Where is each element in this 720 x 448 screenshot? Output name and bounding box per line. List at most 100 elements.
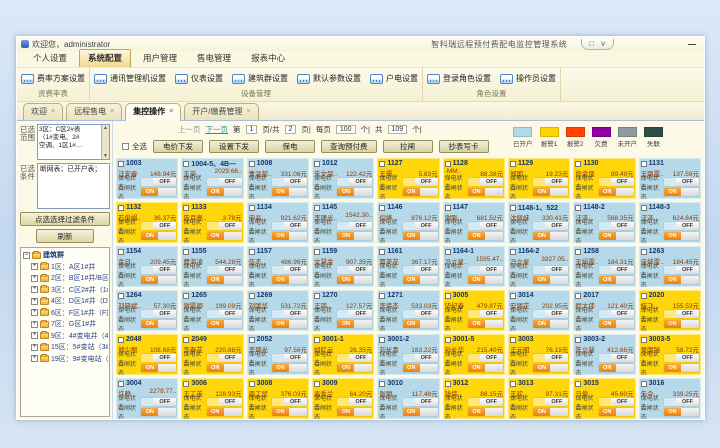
tree-node[interactable]: + 15区：5#变站（3#变 (31, 342, 108, 352)
protect-status-toggle[interactable]: OFF (141, 178, 176, 186)
card-checkbox[interactable] (510, 293, 516, 299)
protect-status-toggle[interactable]: OFF (599, 398, 634, 406)
switch-status-toggle[interactable]: ON (468, 408, 503, 416)
meter-card[interactable]: 1164-2 冯立星 3927.05.. 保电状态 OFF (508, 246, 570, 287)
switch-status-toggle[interactable]: ON (664, 188, 699, 196)
protect-status-toggle[interactable]: OFF (337, 354, 372, 362)
protect-status-toggle[interactable]: OFF (403, 354, 438, 362)
card-checkbox[interactable] (641, 337, 647, 343)
card-checkbox[interactable] (249, 249, 255, 255)
protect-status-toggle[interactable]: OFF (272, 222, 307, 230)
meter-card[interactable]: 1130 佟金凤 99.49元 保电状态 OFF (573, 158, 635, 199)
meter-card[interactable]: 3001-2 刘长青 183.22元 保电状态 OFF (377, 334, 439, 375)
switch-status-toggle[interactable]: ON (599, 276, 634, 284)
switch-status-toggle[interactable]: ON (468, 276, 503, 284)
switch-status-toggle[interactable]: ON (533, 232, 568, 240)
switch-status-toggle[interactable]: ON (207, 320, 242, 328)
card-checkbox[interactable] (314, 249, 320, 255)
switch-status-toggle[interactable]: ON (337, 232, 372, 240)
protect-status-toggle[interactable]: OFF (664, 266, 699, 274)
meter-card[interactable]: 3004 许静 2278.77.. 保电状态 OFF (116, 378, 178, 419)
protect-status-toggle[interactable]: OFF (272, 398, 307, 406)
card-checkbox[interactable] (379, 337, 385, 343)
switch-status-toggle[interactable]: ON (207, 276, 242, 284)
card-checkbox[interactable] (575, 161, 581, 167)
meter-card[interactable]: 3005 毕纪春 479.87元 保电状态 OFF (443, 290, 505, 331)
tab-close-icon[interactable]: × (51, 108, 55, 115)
ribbon-button[interactable]: 建筑群设置 (232, 73, 288, 84)
switch-status-toggle[interactable]: ON (403, 276, 438, 284)
protect-status-toggle[interactable]: OFF (207, 266, 242, 274)
meter-card[interactable]: 1133 庞月亮.. 3.78元 保电状态 OFF (181, 202, 243, 243)
listbox-scrollbar[interactable]: ▲▼ (101, 125, 109, 159)
protect-status-toggle[interactable]: OFF (337, 398, 372, 406)
protect-status-toggle[interactable]: OFF (403, 266, 438, 274)
switch-status-toggle[interactable]: ON (141, 232, 176, 240)
switch-status-toggle[interactable]: ON (141, 320, 176, 328)
expand-icon[interactable]: + (31, 332, 38, 339)
meter-card[interactable]: 1154 金日 209.45元 保电状态 OFF (116, 246, 178, 287)
protect-status-toggle[interactable]: OFF (207, 398, 242, 406)
expand-icon[interactable]: + (31, 286, 38, 293)
pager-part[interactable]: 个| (361, 124, 370, 135)
protect-status-toggle[interactable]: OFF (468, 178, 503, 186)
card-checkbox[interactable] (445, 293, 451, 299)
switch-status-toggle[interactable]: ON (207, 408, 242, 416)
selected-scope-listbox[interactable]: 3区：C区2#表 （1#变电、2# 空调、1区1#… ▲▼ (37, 124, 110, 160)
tree-root[interactable]: − 建筑群 (23, 250, 108, 260)
switch-status-toggle[interactable]: ON (533, 188, 568, 196)
card-checkbox[interactable] (379, 293, 385, 299)
switch-status-toggle[interactable]: ON (337, 320, 372, 328)
meter-card[interactable]: 3003-5 吴国强 58.72元 保电状态 OFF (639, 334, 701, 375)
switch-status-toggle[interactable]: ON (403, 408, 438, 416)
meter-card[interactable]: 1157 伍杰 486.99元 保电状态 OFF (247, 246, 309, 287)
meter-card[interactable]: 1148-1、522 沈佩妹 330.41元 保电状态 OFF (508, 202, 570, 243)
protect-status-toggle[interactable]: OFF (533, 222, 568, 230)
switch-status-toggle[interactable]: ON (337, 188, 372, 196)
protect-status-toggle[interactable]: OFF (207, 310, 242, 318)
card-checkbox[interactable] (249, 337, 255, 343)
meter-card[interactable]: 1258 王娟霞.. 184.31元 保电状态 OFF (573, 246, 635, 287)
card-checkbox[interactable] (445, 381, 451, 387)
protect-status-toggle[interactable]: OFF (272, 354, 307, 362)
meter-card[interactable]: 1264 刘晓斌.. 57.30元 保电状态 OFF (116, 290, 178, 331)
switch-status-toggle[interactable]: ON (337, 408, 372, 416)
protect-status-toggle[interactable]: OFF (272, 178, 307, 186)
switch-status-toggle[interactable]: ON (337, 276, 372, 284)
restore-icon[interactable]: □ (589, 39, 594, 48)
card-checkbox[interactable] (183, 337, 189, 343)
expand-icon[interactable]: + (31, 321, 38, 328)
card-checkbox[interactable] (575, 293, 581, 299)
switch-status-toggle[interactable]: ON (337, 364, 372, 372)
switch-status-toggle[interactable]: ON (599, 408, 634, 416)
meter-card[interactable]: 1128 -MM.. 88.38元 保电状态 OFF (443, 158, 505, 199)
tab[interactable]: 集控操作 × (125, 103, 181, 121)
protect-status-toggle[interactable]: OFF (403, 222, 438, 230)
switch-status-toggle[interactable]: ON (533, 276, 568, 284)
menu-item[interactable]: 系统配置 (79, 49, 131, 67)
pager-part[interactable]: 2 (285, 125, 297, 134)
protect-status-toggle[interactable]: OFF (468, 310, 503, 318)
toolbar-button[interactable]: 拉闸 (383, 140, 433, 153)
protect-status-toggle[interactable]: OFF (599, 222, 634, 230)
protect-status-toggle[interactable]: OFF (599, 178, 634, 186)
ribbon-button[interactable]: 操作员设置 (500, 73, 556, 84)
card-checkbox[interactable] (379, 161, 385, 167)
switch-status-toggle[interactable]: ON (272, 408, 307, 416)
toolbar-button[interactable]: 设置下发 (209, 140, 259, 153)
card-checkbox[interactable] (118, 381, 124, 387)
card-checkbox[interactable] (118, 293, 124, 299)
switch-status-toggle[interactable]: ON (207, 188, 242, 196)
pager-part[interactable]: 每页 (316, 124, 331, 135)
protect-status-toggle[interactable]: OFF (141, 354, 176, 362)
card-checkbox[interactable] (641, 249, 647, 255)
protect-status-toggle[interactable]: OFF (664, 178, 699, 186)
tree-node[interactable]: + 2区：B区1#井/B区1#井 (31, 273, 108, 283)
card-checkbox[interactable] (249, 381, 255, 387)
card-checkbox[interactable] (118, 205, 124, 211)
protect-status-toggle[interactable]: OFF (403, 178, 438, 186)
switch-status-toggle[interactable]: ON (664, 320, 699, 328)
protect-status-toggle[interactable]: OFF (272, 266, 307, 274)
protect-status-toggle[interactable]: OFF (468, 222, 503, 230)
expand-icon[interactable]: + (31, 344, 38, 351)
